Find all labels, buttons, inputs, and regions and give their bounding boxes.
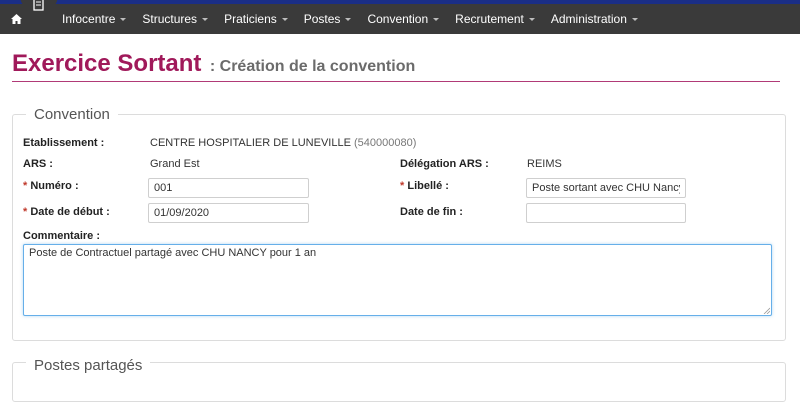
delegation-label: Délégation ARS : — [400, 158, 489, 170]
caret-down-icon — [345, 17, 352, 21]
postes-partages-legend: Postes partagés — [26, 357, 151, 374]
etablissement-code: (540000080) — [353, 137, 417, 149]
menu-label: Praticiens — [224, 12, 277, 26]
document-icon — [33, 0, 44, 11]
caret-down-icon — [120, 17, 127, 21]
etablissement-label: Etablissement : — [23, 137, 105, 149]
caret-down-icon — [202, 17, 209, 21]
libelle-input[interactable] — [526, 178, 686, 198]
menu-label: Postes — [303, 12, 341, 26]
date-debut-input[interactable] — [148, 203, 309, 223]
etablissement-name: CENTRE HOSPITALIER DE LUNEVILLE — [150, 137, 351, 149]
menu-recrutement[interactable]: Recrutement — [447, 12, 543, 26]
libelle-label-text: Libellé : — [407, 180, 449, 192]
date-debut-label-text: Date de début : — [30, 206, 110, 218]
etablissement-value: CENTRE HOSPITALIER DE LUNEVILLE (5400000… — [150, 137, 416, 149]
title-divider — [12, 81, 780, 82]
page-title-sub: : Création de la convention — [209, 58, 416, 75]
delegation-value: REIMS — [527, 158, 562, 170]
commentaire-label: Commentaire : — [23, 230, 101, 242]
menu-praticiens[interactable]: Praticiens — [216, 12, 296, 26]
date-debut-label: * Date de début : — [23, 206, 110, 218]
page-title: Exercice Sortant : Création de la conven… — [12, 50, 415, 78]
caret-down-icon — [281, 17, 288, 21]
resize-grip-icon[interactable] — [763, 307, 770, 314]
menu-administration[interactable]: Administration — [543, 12, 646, 26]
app-logo[interactable] — [20, 0, 58, 14]
numero-input[interactable] — [148, 178, 309, 198]
date-fin-label: Date de fin : — [400, 206, 463, 218]
menu-label: Infocentre — [62, 12, 116, 26]
menu-label: Administration — [550, 12, 627, 26]
navbar: Infocentre Structures Praticiens Postes … — [0, 0, 800, 34]
commentaire-textarea[interactable]: Poste de Contractuel partagé avec CHU NA… — [23, 244, 772, 316]
main-menu: Infocentre Structures Praticiens Postes … — [54, 4, 646, 34]
numero-label: * Numéro : — [23, 180, 79, 192]
page-title-main: Exercice Sortant — [12, 50, 202, 77]
date-fin-input[interactable] — [526, 203, 686, 223]
libelle-label: * Libellé : — [400, 180, 449, 192]
ars-value: Grand Est — [150, 158, 200, 170]
menu-label: Convention — [367, 12, 429, 26]
menu-postes[interactable]: Postes — [296, 12, 360, 26]
caret-down-icon — [528, 17, 535, 21]
caret-down-icon — [433, 17, 440, 21]
menu-convention[interactable]: Convention — [359, 12, 447, 26]
home-icon[interactable] — [11, 14, 22, 24]
ars-label: ARS : — [23, 158, 53, 170]
required-mark: * — [400, 180, 405, 192]
required-mark: * — [23, 180, 28, 192]
caret-down-icon — [631, 17, 638, 21]
menu-label: Structures — [142, 12, 198, 26]
menu-structures[interactable]: Structures — [134, 12, 216, 26]
convention-legend: Convention — [26, 106, 118, 123]
required-mark: * — [23, 206, 28, 218]
menu-infocentre[interactable]: Infocentre — [54, 12, 134, 26]
numero-label-text: Numéro : — [30, 180, 79, 192]
menu-label: Recrutement — [455, 12, 524, 26]
